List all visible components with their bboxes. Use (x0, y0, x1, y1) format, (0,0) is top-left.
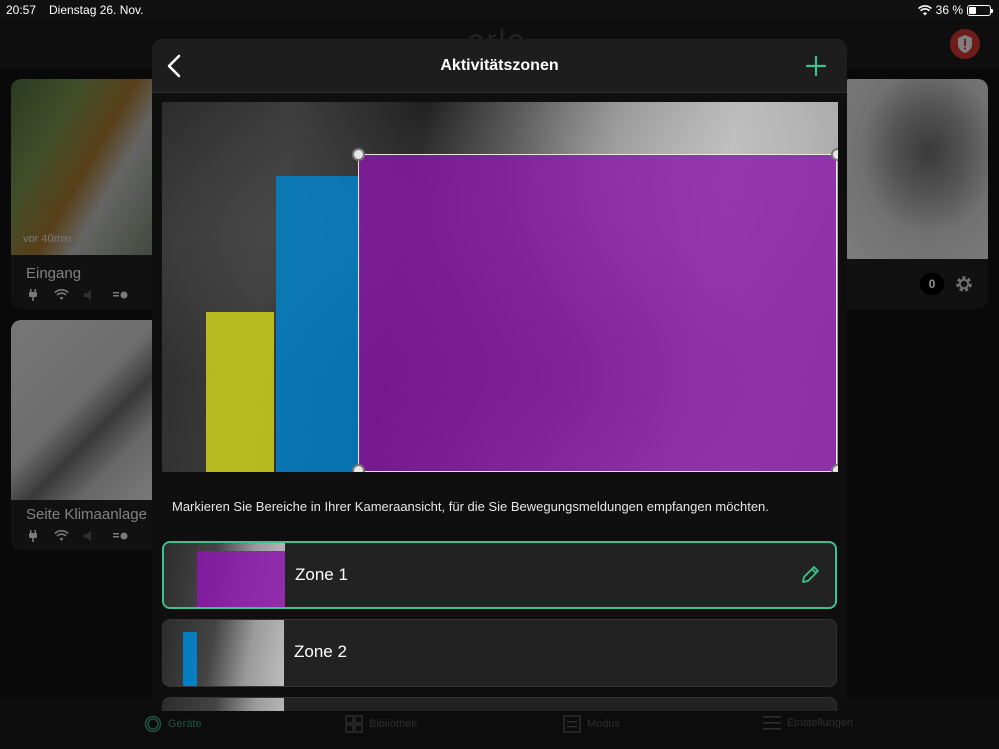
zone-3-area[interactable] (206, 312, 274, 472)
battery-icon (967, 4, 993, 16)
zone-row-3[interactable] (162, 697, 837, 711)
status-bar: 20:57 Dienstag 26. Nov. 36 % (0, 0, 999, 20)
status-date: Dienstag 26. Nov. (49, 3, 144, 17)
zone-name: Zone 2 (294, 642, 347, 661)
instruction-text: Markieren Sie Bereiche in Ihrer Kameraan… (172, 499, 769, 514)
status-time: 20:57 (6, 3, 37, 17)
zone-name: Zone 1 (295, 565, 348, 584)
resize-handle-bottom-right[interactable] (831, 464, 838, 472)
pencil-icon (802, 566, 819, 583)
edit-zone-button[interactable] (799, 564, 821, 586)
screen: 20:57 Dienstag 26. Nov. 36 % arlo vor 40… (0, 0, 999, 749)
plus-icon (805, 55, 827, 77)
zone-thumbnail (164, 543, 285, 607)
zone-thumbnail (163, 620, 284, 686)
resize-handle-bottom-left[interactable] (352, 464, 365, 472)
resize-handle-top-right[interactable] (831, 148, 838, 161)
modal-header: Aktivitätszonen (152, 39, 847, 93)
wifi-icon (917, 4, 932, 15)
camera-view[interactable] (162, 102, 838, 472)
add-zone-button[interactable] (804, 54, 828, 78)
resize-handle-top-left[interactable] (352, 148, 365, 161)
zone-1-area[interactable] (358, 154, 837, 472)
status-right: 36 % (917, 3, 993, 17)
zone-2-area[interactable] (276, 176, 360, 472)
battery-percent: 36 % (935, 3, 963, 17)
modal-title: Aktivitätszonen (440, 57, 559, 74)
zone-thumbnail (163, 698, 284, 711)
zone-row-2[interactable]: Zone 2 (162, 619, 837, 687)
activity-zones-modal: Aktivitätszonen Markieren Sie Bereiche i… (152, 39, 847, 711)
zone-row-1[interactable]: Zone 1 (162, 541, 837, 609)
